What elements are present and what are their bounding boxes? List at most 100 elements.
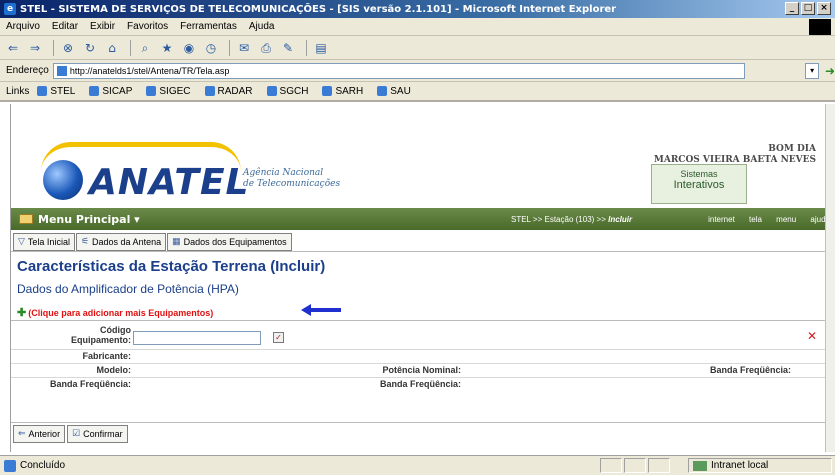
media-icon[interactable]: ◉	[180, 39, 198, 57]
confirm-icon: ☑	[72, 428, 81, 438]
menu-editar[interactable]: Editar	[52, 21, 78, 32]
antenna-icon: ⚟	[80, 236, 90, 246]
link-sarh[interactable]: SARH	[322, 86, 363, 97]
lookup-icon[interactable]: ✓	[273, 332, 284, 343]
confirmar-button[interactable]: ☑ Confirmar	[67, 424, 128, 443]
equipment-form: Código Equipamento: ✓ ✕ Fabricante: Mode…	[11, 320, 835, 404]
anatel-header: ANATEL Agência Nacional de Telecomunicaç…	[11, 104, 826, 208]
menu-ajuda[interactable]: Ajuda	[249, 21, 275, 32]
menu-bar: Arquivo Editar Exibir Favoritos Ferramen…	[0, 18, 835, 36]
intranet-icon	[693, 460, 707, 471]
history-icon[interactable]: ◷	[202, 39, 220, 57]
link-radar[interactable]: RADAR	[204, 86, 253, 97]
top-links: internet tela menu ajuda	[696, 215, 830, 224]
sistemas-interativos-button[interactable]: Sistemas Interativos	[651, 164, 747, 204]
anatel-globe-icon	[43, 160, 83, 200]
page-content: ANATEL Agência Nacional de Telecomunicaç…	[10, 104, 835, 452]
user-greeting: BOM DIA MARCOS VIEIRA BAETA NEVES	[653, 144, 816, 165]
link-sicap[interactable]: SICAP	[89, 86, 132, 97]
mail-icon[interactable]: ✉	[235, 39, 253, 57]
go-icon[interactable]: ➜	[825, 64, 835, 78]
arrow-icon	[301, 304, 341, 316]
forward-icon[interactable]: ⇒	[26, 39, 44, 57]
window-title-bar: e STEL - SISTEMA DE SERVIÇOS DE TELECOMU…	[0, 0, 835, 18]
print-icon[interactable]: ⎙	[257, 39, 275, 57]
address-dropdown[interactable]: ▾	[805, 62, 819, 79]
breadcrumb: STEL >> Estação (103) >> Incluir	[511, 214, 633, 224]
link-icon	[146, 86, 157, 96]
section-title: Dados do Amplificador de Potência (HPA)	[17, 282, 239, 296]
modelo-label: Modelo:	[96, 365, 132, 375]
filter-icon: ▽	[18, 236, 25, 246]
home-icon[interactable]: ⌂	[103, 39, 121, 57]
link-icon	[322, 86, 333, 96]
add-equipment-link[interactable]: ✚ (Clique para adicionar mais Equipament…	[17, 306, 213, 319]
delete-equipment-icon[interactable]: ✕	[807, 329, 817, 343]
link-icon	[204, 86, 215, 96]
menu-exibir[interactable]: Exibir	[90, 21, 115, 32]
banda-frequencia-label-right: Banda Freqüência:	[709, 365, 791, 375]
links-label: Links	[6, 85, 30, 97]
address-bar: Endereço http://anatelds1/stel/Antena/TR…	[0, 60, 835, 82]
link-sgch[interactable]: SGCH	[266, 86, 308, 97]
page-icon	[56, 65, 67, 76]
banda-frequencia-label-mid: Banda Freqüência:	[379, 379, 461, 389]
maximize-button[interactable]: □	[801, 2, 815, 15]
address-label: Endereço	[6, 65, 49, 76]
equipment-icon: ▦	[172, 236, 181, 246]
menu-ferramentas[interactable]: Ferramentas	[180, 21, 237, 32]
windows-logo-icon	[809, 19, 831, 35]
codigo-equipamento-input[interactable]	[133, 331, 261, 345]
address-url: http://anatelds1/stel/Antena/TR/Tela.asp	[69, 65, 230, 76]
address-input[interactable]: http://anatelds1/stel/Antena/TR/Tela.asp	[52, 62, 746, 79]
menu-arquivo[interactable]: Arquivo	[6, 21, 40, 32]
menu-favoritos[interactable]: Favoritos	[127, 21, 168, 32]
anatel-logo: ANATEL	[89, 162, 250, 203]
link-stel[interactable]: STEL	[37, 86, 75, 97]
stop-icon[interactable]: ⊗	[59, 39, 77, 57]
fabricante-label: Fabricante:	[82, 351, 131, 361]
window-title: STEL - SISTEMA DE SERVIÇOS DE TELECOMUNI…	[20, 3, 617, 15]
security-zone: Intranet local	[688, 458, 832, 473]
back-icon[interactable]: ⇐	[4, 39, 22, 57]
link-internet[interactable]: internet	[708, 215, 735, 224]
link-tela[interactable]: tela	[749, 215, 762, 224]
tab-tela-inicial[interactable]: ▽ Tela Inicial	[13, 232, 75, 251]
minimize-button[interactable]: _	[785, 2, 799, 15]
potencia-nominal-label: Potência Nominal:	[382, 365, 461, 375]
back-arrow-icon: ⇐	[18, 428, 26, 438]
search-icon[interactable]: ⌕	[136, 39, 154, 57]
link-sau[interactable]: SAU	[377, 86, 411, 97]
add-equipment-icon: ✚	[17, 307, 27, 319]
toolbar: ⇐ ⇒ ⊗ ↻ ⌂ ⌕ ★ ◉ ◷ ✉ ⎙ ✎ ▤	[0, 36, 835, 60]
link-menu[interactable]: menu	[776, 215, 796, 224]
logo-subtitle: Agência Nacional de Telecomunicações	[243, 168, 341, 189]
codigo-label: Código Equipamento:	[71, 325, 131, 345]
favorites-icon[interactable]: ★	[158, 39, 176, 57]
tab-dados-antena[interactable]: ⚟ Dados da Antena	[75, 232, 167, 251]
link-icon	[377, 86, 388, 96]
menu-strip: Menu Principal ▾ STEL >> Estação (103) >…	[11, 208, 835, 230]
status-bar: Concluído Intranet local	[0, 455, 835, 475]
status-text: Concluído	[20, 460, 66, 471]
link-icon	[266, 86, 277, 96]
link-sigec[interactable]: SIGEC	[146, 86, 191, 97]
edit-icon[interactable]: ✎	[279, 39, 297, 57]
vertical-scrollbar[interactable]	[825, 104, 835, 452]
link-icon	[89, 86, 100, 96]
ie-icon: e	[4, 3, 16, 15]
banda-frequencia-label-left: Banda Freqüência:	[49, 379, 131, 389]
page-done-icon	[4, 459, 16, 472]
link-icon	[37, 86, 48, 96]
anterior-button[interactable]: ⇐ Anterior	[13, 424, 66, 443]
tab-bar: ▽ Tela Inicial ⚟ Dados da Antena ▦ Dados do…	[11, 232, 835, 252]
refresh-icon[interactable]: ↻	[81, 39, 99, 57]
discuss-icon[interactable]: ▤	[312, 39, 330, 57]
action-bar: ⇐ Anterior ☑ Confirmar	[11, 422, 835, 444]
menu-principal[interactable]: Menu Principal ▾	[19, 213, 140, 226]
tab-dados-equipamentos[interactable]: ▦ Dados dos Equipamentos	[167, 232, 292, 251]
folder-icon	[19, 214, 33, 224]
links-bar: Links STEL SICAP SIGEC RADAR SGCH SARH S…	[0, 82, 835, 102]
close-button[interactable]: ×	[817, 2, 831, 15]
page-title: Características da Estação Terrena (Incl…	[17, 258, 326, 275]
